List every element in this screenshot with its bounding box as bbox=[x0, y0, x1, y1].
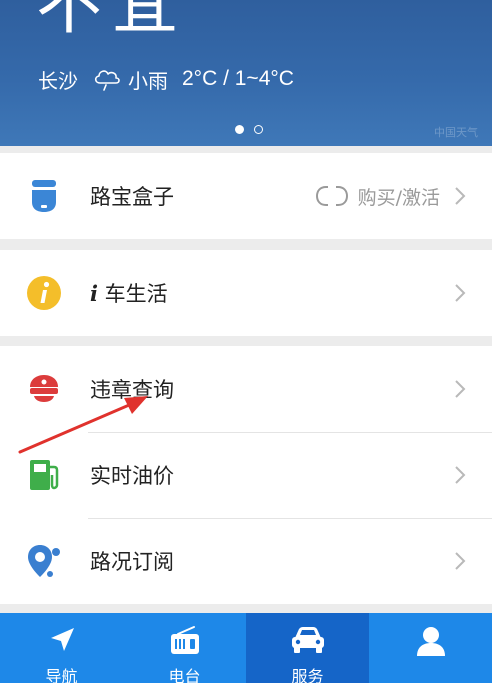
pager-dot-active[interactable] bbox=[235, 125, 244, 134]
services-card: 违章查询 实时油价 路况订阅 bbox=[0, 346, 492, 604]
tab-navigation[interactable]: 导航 bbox=[0, 613, 123, 683]
menu-item-label: 路宝盒子 bbox=[90, 185, 174, 209]
chevron-right-icon bbox=[455, 187, 466, 205]
temperature-range: 2°C / 1~4°C bbox=[182, 67, 294, 90]
tab-label: 服务 bbox=[291, 667, 324, 683]
radio-icon bbox=[170, 626, 199, 654]
tab-profile[interactable] bbox=[369, 613, 492, 683]
weather-condition: 小雨 bbox=[128, 68, 168, 93]
banner-pager bbox=[235, 125, 263, 134]
chevron-right-icon bbox=[455, 284, 466, 302]
info-icon bbox=[27, 276, 61, 310]
box-activate-label: 购买/激活 bbox=[357, 186, 440, 209]
pager-dot[interactable] bbox=[254, 125, 263, 134]
menu-item-box[interactable]: 路宝盒子 购买/激活 bbox=[0, 153, 492, 239]
chevron-right-icon bbox=[455, 466, 466, 484]
police-cap-icon bbox=[30, 375, 58, 402]
box-card: 路宝盒子 购买/激活 bbox=[0, 153, 492, 239]
menu-item-fuel-price[interactable]: 实时油价 bbox=[0, 432, 492, 518]
menu-item-label: 违章查询 bbox=[90, 378, 174, 402]
loop-icon bbox=[315, 186, 348, 206]
weather-headline: 不宜 bbox=[36, 0, 188, 43]
location-pin-icon bbox=[28, 545, 60, 577]
fuel-pump-icon bbox=[30, 460, 59, 490]
tab-service[interactable]: 服务 bbox=[246, 613, 369, 683]
tab-label: 电台 bbox=[168, 667, 201, 683]
menu-item-car-life[interactable]: i 车生活 bbox=[0, 250, 492, 336]
city-name: 长沙 bbox=[38, 68, 78, 93]
box-activate-action[interactable]: 购买/激活 bbox=[314, 183, 440, 210]
chevron-right-icon bbox=[455, 552, 466, 570]
menu-item-label: 实时油价 bbox=[90, 464, 174, 488]
weather-banner[interactable]: 不宜 长沙 小雨 2°C / 1~4°C 中国天气 bbox=[0, 0, 492, 146]
car-icon bbox=[291, 627, 324, 653]
car-life-card: i 车生活 bbox=[0, 250, 492, 336]
tab-label: 导航 bbox=[45, 667, 78, 683]
menu-item-label: 路况订阅 bbox=[90, 550, 174, 574]
navigation-arrow-icon bbox=[50, 628, 74, 651]
menu-item-violation[interactable]: 违章查询 bbox=[0, 346, 492, 432]
bottom-tab-bar: 导航 电台 服务 bbox=[0, 613, 492, 683]
weather-summary: 长沙 小雨 2°C / 1~4°C bbox=[38, 64, 294, 94]
tab-radio[interactable]: 电台 bbox=[123, 613, 246, 683]
user-icon bbox=[416, 627, 445, 656]
car-life-prefix: i bbox=[90, 281, 98, 306]
cloud-rain-icon bbox=[94, 70, 120, 91]
weather-watermark: 中国天气 bbox=[434, 126, 478, 139]
chevron-right-icon bbox=[455, 380, 466, 398]
menu-item-traffic[interactable]: 路况订阅 bbox=[0, 518, 492, 604]
car-life-text: 车生活 bbox=[104, 282, 168, 306]
box-device-icon bbox=[32, 180, 56, 212]
menu-item-label: i 车生活 bbox=[90, 278, 168, 308]
